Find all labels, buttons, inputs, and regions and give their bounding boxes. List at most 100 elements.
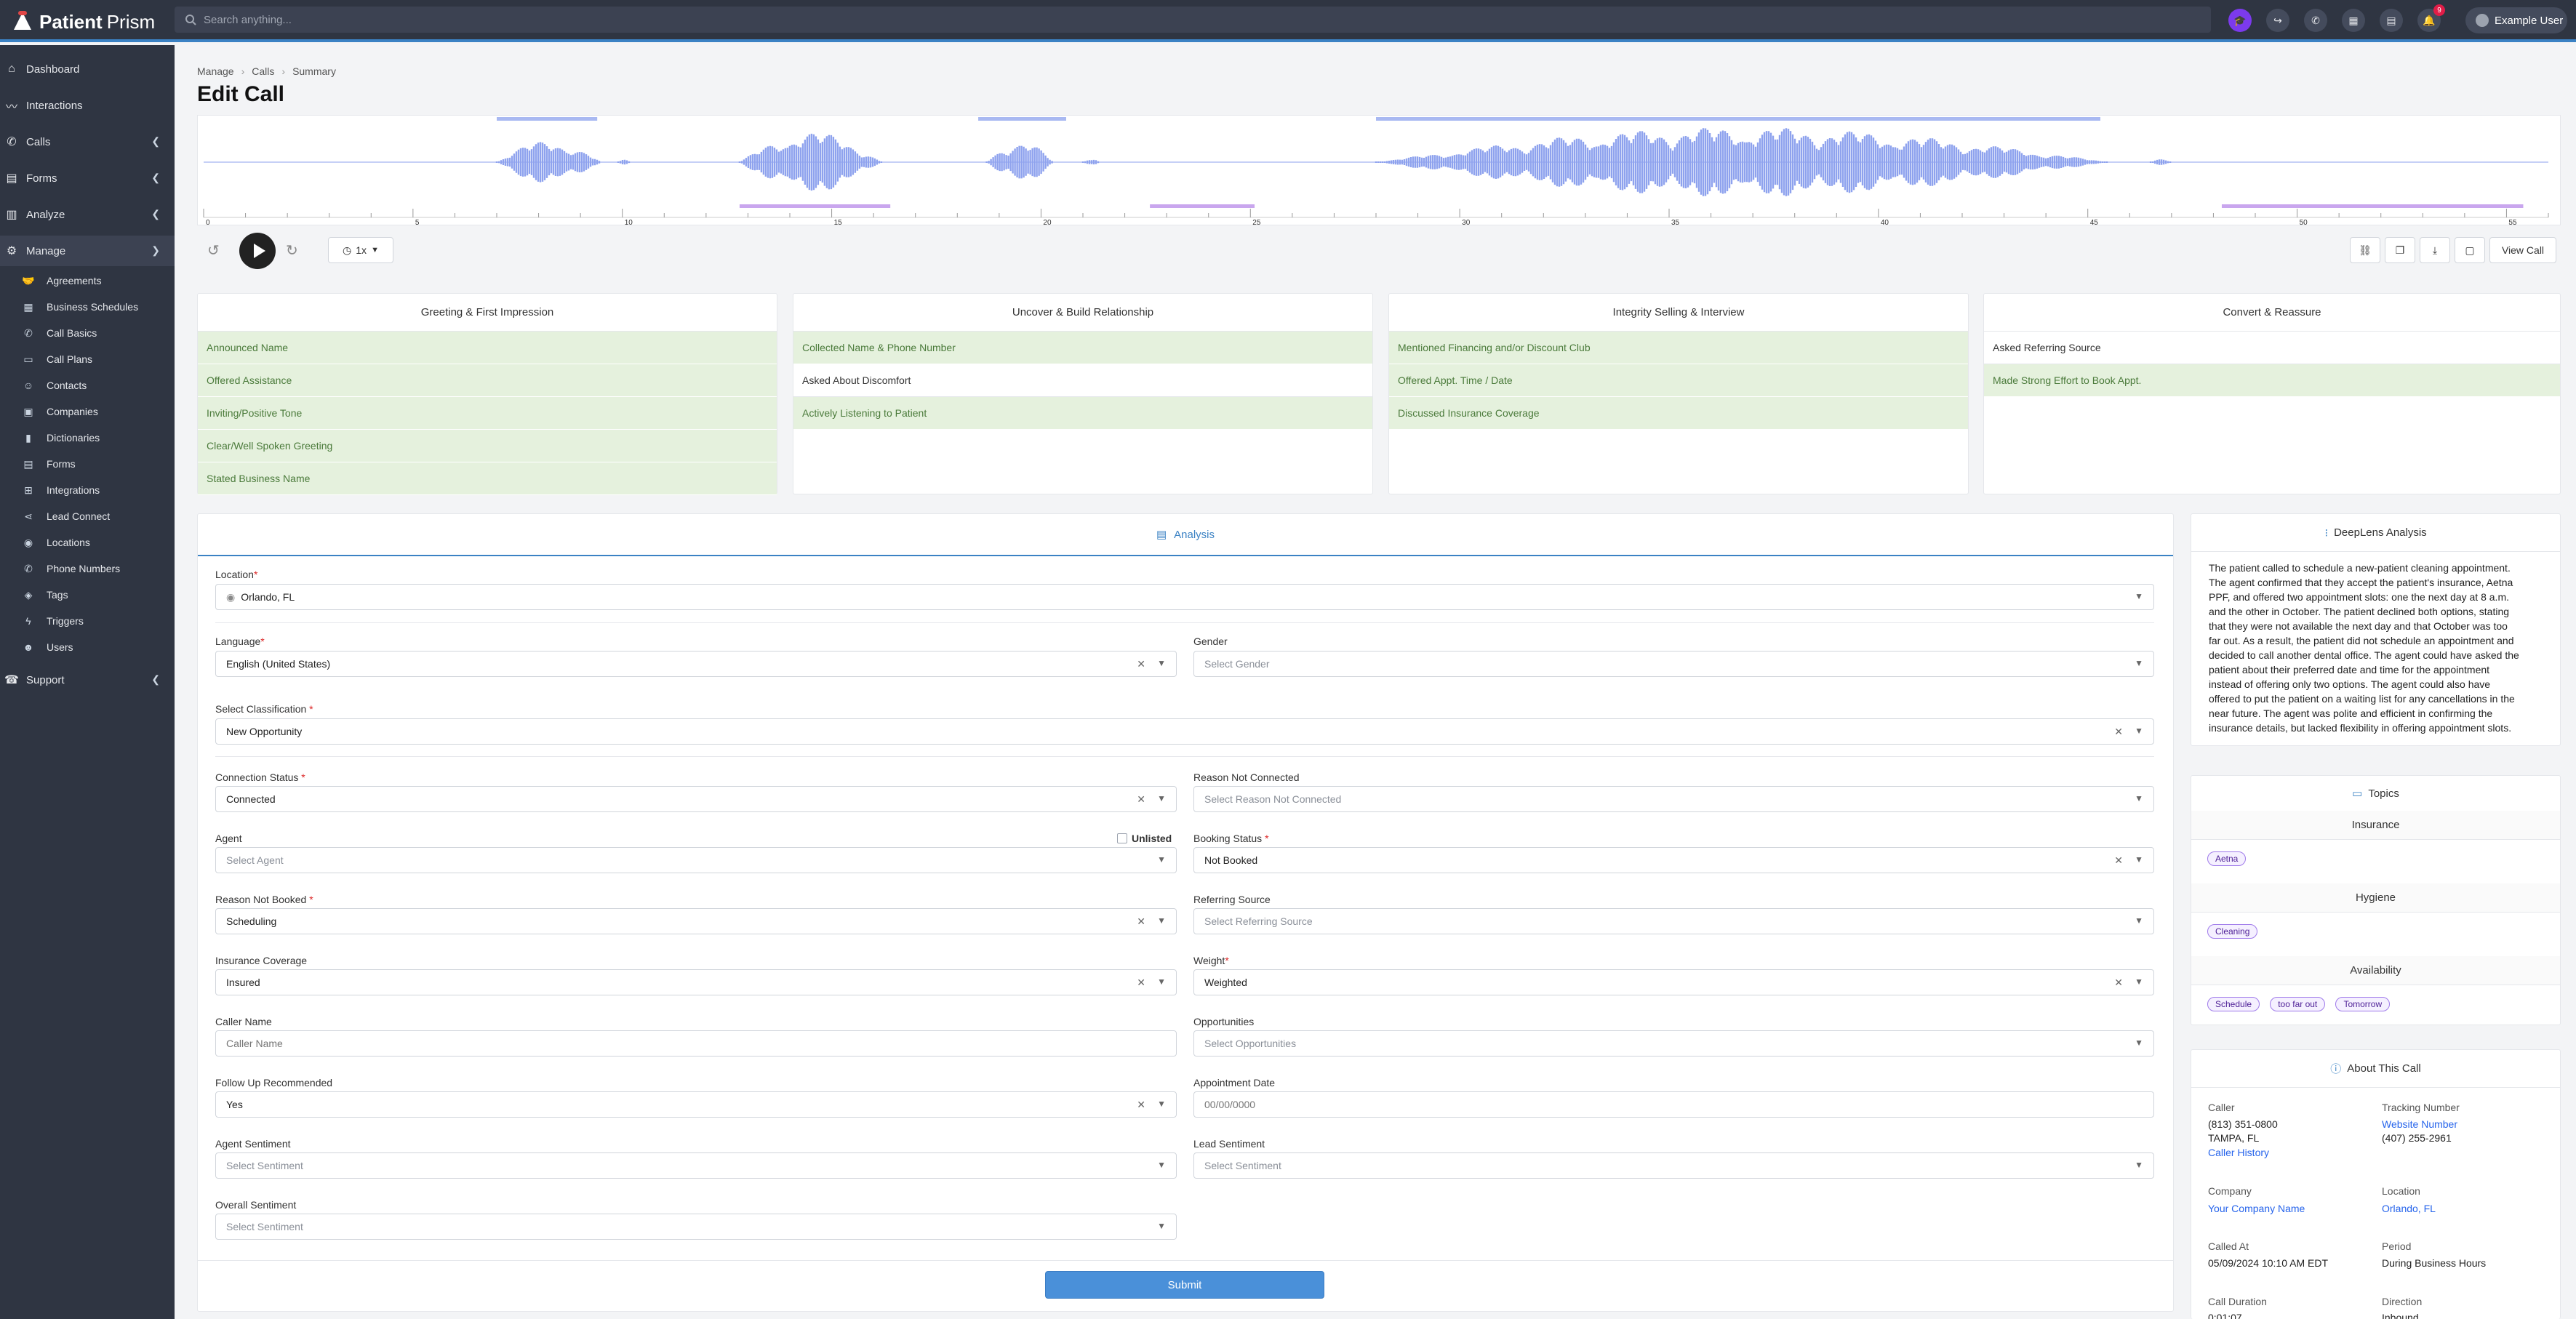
clear-icon[interactable]: ✕: [2114, 977, 2123, 989]
sidebar-subitem-integrations[interactable]: ⊞ Integrations: [0, 477, 175, 503]
sidebar-subitem-users[interactable]: ☻ Users: [0, 634, 175, 660]
submit-button[interactable]: Submit: [1045, 1271, 1324, 1299]
topic-tag[interactable]: Cleaning: [2207, 924, 2258, 939]
comment-button[interactable]: ▢: [2455, 237, 2485, 263]
sidebar-subitem-dictionaries[interactable]: ▮ Dictionaries: [0, 425, 175, 451]
clear-icon[interactable]: ✕: [1137, 977, 1145, 989]
waveform-svg[interactable]: 0 5 10 15 20 25 30 35 40 45 50 55: [198, 116, 2561, 227]
playback-speed-select[interactable]: ◷ 1x ▼: [328, 237, 393, 263]
tracking-name-link[interactable]: Website Number: [2382, 1118, 2457, 1130]
gender-select[interactable]: Select Gender ▼: [1193, 651, 2154, 677]
caller-name-input[interactable]: [215, 1030, 1177, 1057]
referring-source-select[interactable]: Select Referring Source ▼: [1193, 908, 2154, 934]
booking-status-select[interactable]: Not Booked ✕ ▼: [1193, 847, 2154, 873]
breadcrumb-item[interactable]: Calls: [252, 65, 274, 77]
language-select[interactable]: English (United States) ✕ ▼: [215, 651, 1177, 677]
sidebar-item-interactions[interactable]: 〰 Interactions: [0, 90, 175, 121]
sidebar-item-manage[interactable]: ⚙ Manage ❯: [0, 236, 175, 266]
download-button[interactable]: ⤓: [2420, 237, 2450, 263]
copy-link-button[interactable]: ⛓: [2350, 237, 2380, 263]
reason-not-connected-select[interactable]: Select Reason Not Connected ▼: [1193, 786, 2154, 812]
time-tick-label: 50: [2300, 219, 2308, 226]
sidebar-subitem-triggers[interactable]: ϟ Triggers: [0, 608, 175, 634]
clear-icon[interactable]: ✕: [1137, 658, 1145, 670]
copy-button[interactable]: ❐: [2385, 237, 2415, 263]
classification-select[interactable]: New Opportunity ✕ ▼: [215, 718, 2154, 745]
topic-tag[interactable]: Schedule: [2207, 997, 2260, 1011]
sidebar-subitem-call-basics[interactable]: ✆ Call Basics: [0, 320, 175, 346]
chevron-down-icon: ▼: [1157, 658, 1166, 668]
sidebar-subitem-companies[interactable]: ▣ Companies: [0, 398, 175, 425]
app-logo[interactable]: Patient Prism: [12, 7, 155, 36]
sidebar-subitem-call-plans[interactable]: ▭ Call Plans: [0, 346, 175, 372]
chevron-left-icon: ❮: [151, 135, 160, 147]
sidebar-subitem-tags[interactable]: ◈ Tags: [0, 582, 175, 608]
scorecard-item-met: Mentioned Financing and/or Discount Club: [1389, 332, 1968, 364]
overall-sentiment-select[interactable]: Select Sentiment ▼: [215, 1214, 1177, 1240]
insurance-coverage-select[interactable]: Insured ✕ ▼: [215, 969, 1177, 995]
classification-value: New Opportunity: [226, 726, 303, 737]
play-button[interactable]: [239, 233, 276, 269]
sidebar-subitem-lead-connect[interactable]: ⋖ Lead Connect: [0, 503, 175, 529]
lead-sentiment-select[interactable]: Select Sentiment ▼: [1193, 1152, 2154, 1179]
forward-icon[interactable]: ↻: [286, 241, 298, 260]
tab-analysis[interactable]: ▤ Analysis: [198, 514, 2173, 556]
follow-up-select[interactable]: Yes ✕ ▼: [215, 1091, 1177, 1118]
location-select[interactable]: ◉ Orlando, FL ▼: [215, 584, 2154, 610]
sidebar-subitem-agreements[interactable]: 🤝 Agreements: [0, 268, 175, 294]
phone-icon[interactable]: ✆: [2304, 9, 2327, 32]
weight-select[interactable]: Weighted ✕ ▼: [1193, 969, 2154, 995]
time-tick-label: 45: [2090, 219, 2099, 226]
info-icon: ⓘ: [2330, 1063, 2342, 1075]
agent-select[interactable]: Select Agent ▼: [215, 847, 1177, 873]
clear-icon[interactable]: ✕: [1137, 793, 1145, 806]
sidebar-subitem-forms[interactable]: ▤ Forms: [0, 451, 175, 477]
handshake-icon: 🤝: [22, 274, 35, 286]
sidebar-item-analyze[interactable]: ▥ Analyze ❮: [0, 199, 175, 230]
user-menu-button[interactable]: Example User: [2465, 7, 2567, 33]
breadcrumb-item[interactable]: Manage: [197, 65, 234, 77]
connection-status-select[interactable]: Connected ✕ ▼: [215, 786, 1177, 812]
rewind-icon[interactable]: ↺: [207, 241, 220, 260]
sidebar-item-support[interactable]: ☎ Support ❮: [0, 665, 175, 695]
sidebar-subitem-label: Agreements: [47, 275, 102, 286]
search-bar[interactable]: [175, 7, 2211, 33]
sidebar-subitem-locations[interactable]: ◉ Locations: [0, 529, 175, 556]
academy-icon[interactable]: 🎓: [2228, 9, 2252, 32]
topic-tag[interactable]: Aetna: [2207, 851, 2247, 866]
top-bar: PatientPrism 🎓 ↪ ✆ ▦ ▤ 🔔9 Example User: [0, 0, 2576, 42]
search-input[interactable]: [204, 13, 2167, 26]
unlisted-checkbox[interactable]: Unlisted: [1117, 833, 1172, 844]
clear-icon[interactable]: ✕: [1137, 915, 1145, 928]
inbox-icon[interactable]: ▤: [2380, 9, 2403, 32]
location-link[interactable]: Orlando, FL: [2382, 1203, 2436, 1214]
sidebar-subitem-contacts[interactable]: ☺ Contacts: [0, 372, 175, 398]
caller-history-link[interactable]: Caller History: [2208, 1147, 2269, 1158]
topic-tag[interactable]: Tomorrow: [2335, 997, 2391, 1011]
sidebar-item-forms[interactable]: ▤ Forms ❮: [0, 163, 175, 193]
sidebar-item-dashboard[interactable]: ⌂ Dashboard: [0, 54, 175, 84]
deeplens-line: near future. The agent was polite and ef…: [2209, 707, 2493, 719]
view-call-button[interactable]: View Call: [2489, 237, 2556, 263]
clear-icon[interactable]: ✕: [1137, 1099, 1145, 1111]
company-label: Company: [2208, 1185, 2252, 1197]
clear-icon[interactable]: ✕: [2114, 726, 2123, 738]
time-tick-label: 5: [415, 219, 420, 226]
sidebar-subitem-business-schedules[interactable]: ▦ Business Schedules: [0, 294, 175, 320]
appointment-date-input[interactable]: [1193, 1091, 2154, 1118]
sidebar-subitem-label: Call Basics: [47, 327, 97, 339]
reason-not-booked-select[interactable]: Scheduling ✕ ▼: [215, 908, 1177, 934]
page-title: Edit Call: [197, 82, 285, 106]
company-link[interactable]: Your Company Name: [2208, 1203, 2305, 1214]
sidebar-item-calls[interactable]: ✆ Calls ❮: [0, 127, 175, 157]
topic-tag[interactable]: too far out: [2270, 997, 2326, 1011]
calendar-icon[interactable]: ▦: [2342, 9, 2365, 32]
share-icon[interactable]: ↪: [2266, 9, 2289, 32]
sidebar-subitem-phone-numbers[interactable]: ✆ Phone Numbers: [0, 556, 175, 582]
opportunities-select[interactable]: Select Opportunities ▼: [1193, 1030, 2154, 1057]
clear-icon[interactable]: ✕: [2114, 854, 2123, 867]
bell-icon[interactable]: 🔔 9: [2417, 4, 2445, 32]
scorecard-item-met: Discussed Insurance Coverage: [1389, 397, 1968, 430]
agent-sentiment-select[interactable]: Select Sentiment ▼: [215, 1152, 1177, 1179]
audio-waveform[interactable]: 0 5 10 15 20 25 30 35 40 45 50 55: [197, 115, 2561, 227]
